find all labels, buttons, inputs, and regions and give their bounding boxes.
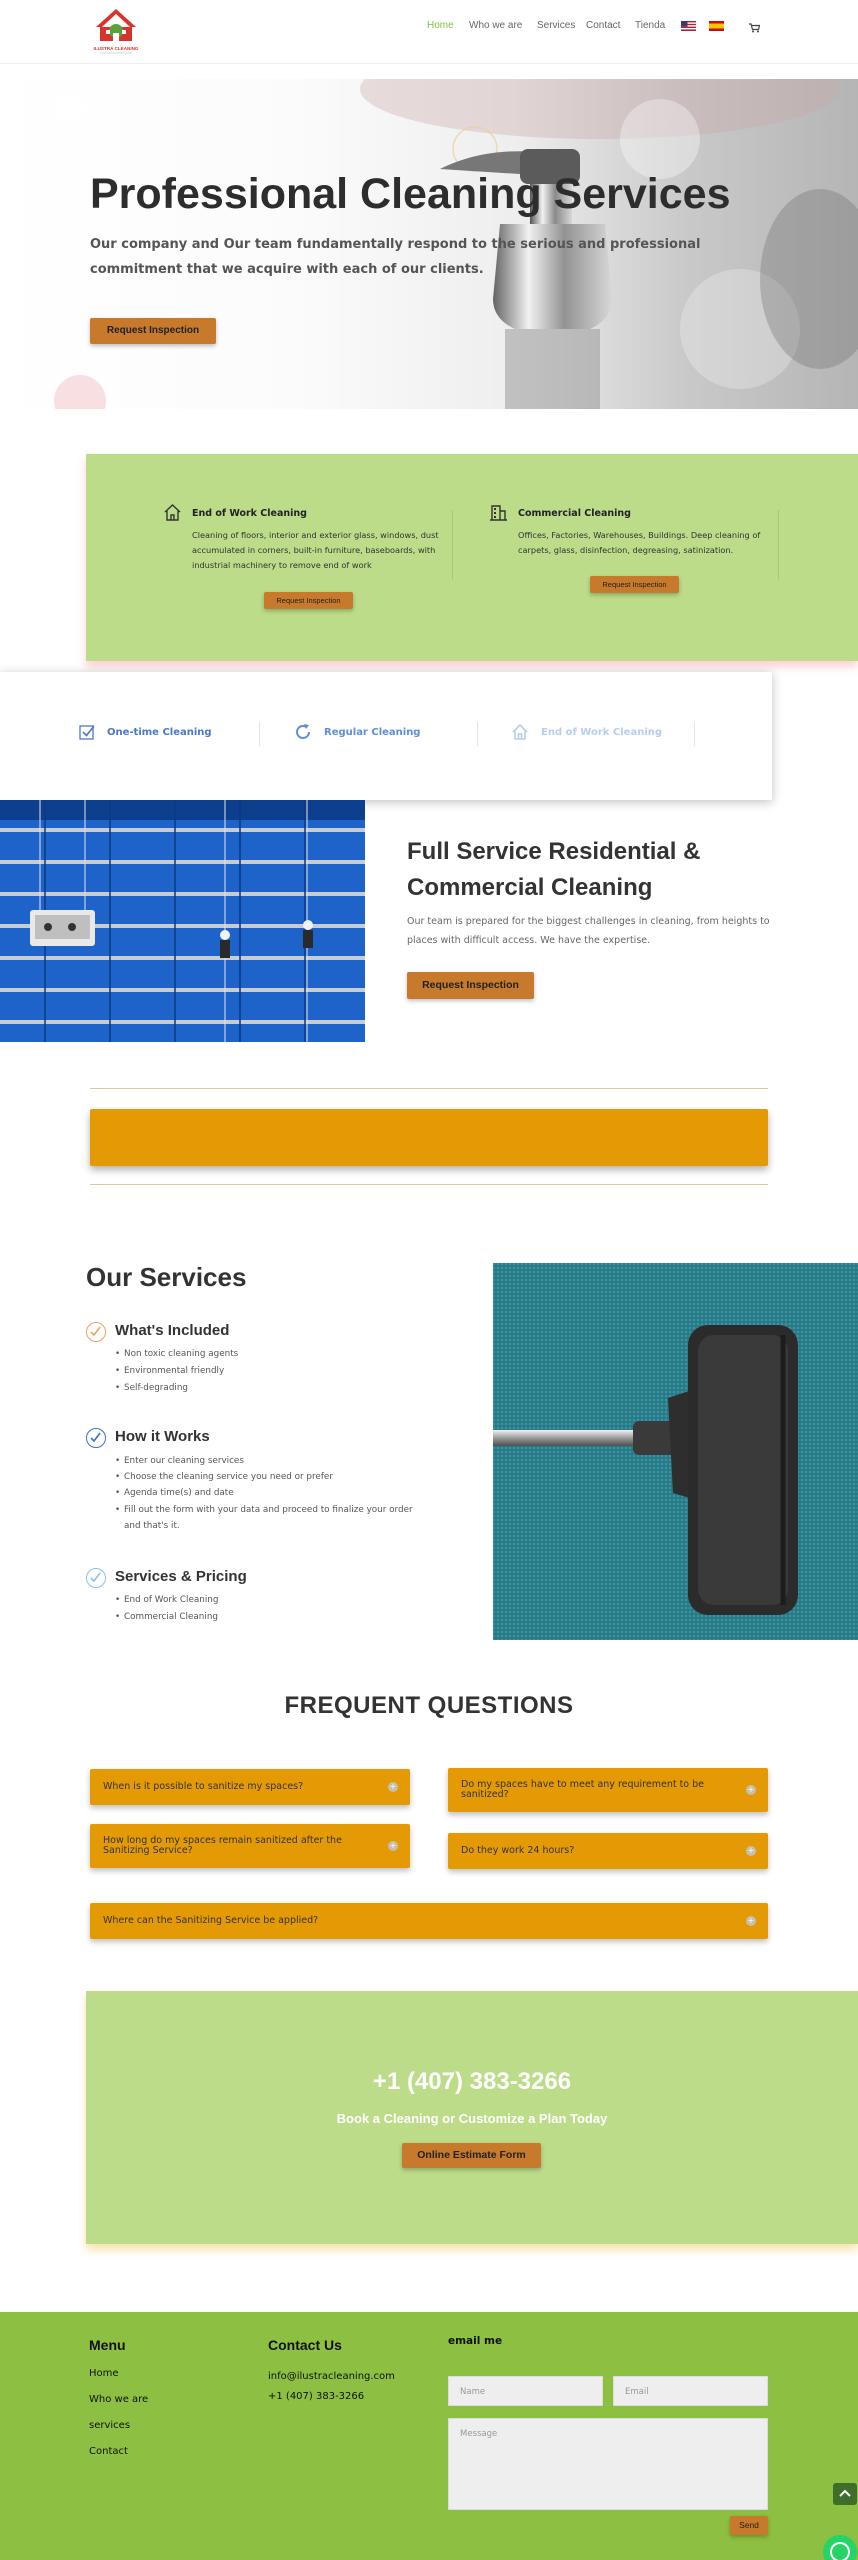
tab-regular-cleaning[interactable]: Regular Cleaning bbox=[324, 727, 420, 738]
feature-text-commercial: Offices, Factories, Warehouses, Building… bbox=[518, 530, 761, 555]
cta-phone[interactable]: +1 (407) 383-3266 bbox=[86, 2068, 858, 2096]
plus-icon[interactable]: + bbox=[388, 1782, 398, 1792]
logo-text: ILUSTRA CLEANING bbox=[94, 46, 139, 51]
divider-line bbox=[90, 1088, 768, 1089]
send-button[interactable]: Send bbox=[730, 2516, 768, 2535]
orange-banner bbox=[90, 1109, 768, 1166]
feature-title-commercial: Commercial Cleaning bbox=[518, 508, 631, 519]
list-item: Enter our cleaning services bbox=[115, 1456, 244, 1466]
list-item: Non toxic cleaning agents bbox=[115, 1349, 238, 1359]
list-item: Commercial Cleaning bbox=[115, 1612, 218, 1622]
check-circle-icon bbox=[86, 1322, 106, 1342]
hero-request-inspection-button[interactable]: Request Inspection bbox=[90, 318, 216, 344]
faq-item[interactable]: Where can the Sanitizing Service be appl… bbox=[90, 1903, 768, 1939]
faq-item[interactable]: Do they work 24 hours? + bbox=[448, 1833, 768, 1869]
house-icon bbox=[164, 504, 181, 521]
tab-one-time-cleaning[interactable]: One-time Cleaning bbox=[107, 727, 212, 738]
message-field[interactable]: Message bbox=[448, 2418, 768, 2510]
services-heading-pricing: Services & Pricing bbox=[115, 1568, 247, 1585]
list-item: Fill out the form with your data and pro… bbox=[115, 1505, 413, 1515]
feature-divider bbox=[778, 510, 779, 580]
nav-tienda[interactable]: Tienda bbox=[635, 20, 665, 31]
faq-question: How long do my spaces remain sanitized a… bbox=[103, 1835, 342, 1856]
plus-icon[interactable]: + bbox=[388, 1841, 398, 1851]
footer-contact-title: Contact Us bbox=[268, 2337, 342, 2353]
plus-icon[interactable]: + bbox=[746, 1785, 756, 1795]
footer-link-home[interactable]: Home bbox=[89, 2368, 119, 2379]
nav-services[interactable]: Services bbox=[537, 20, 575, 31]
footer-link-who-we-are[interactable]: Who we are bbox=[89, 2394, 148, 2405]
nav-contact[interactable]: Contact bbox=[586, 20, 620, 31]
es-flag-icon[interactable] bbox=[709, 21, 724, 31]
tab-separator bbox=[477, 722, 478, 746]
full-service-title: Full Service Residential & Commercial Cl… bbox=[407, 838, 701, 901]
list-item: Self-degrading bbox=[115, 1383, 188, 1393]
footer-link-contact[interactable]: Contact bbox=[89, 2446, 128, 2457]
list-item: Agenda time(s) and date bbox=[115, 1488, 234, 1498]
list-item: End of Work Cleaning bbox=[115, 1595, 218, 1605]
feature-divider bbox=[452, 510, 453, 580]
footer-menu-title: Menu bbox=[89, 2337, 126, 2353]
faq-item[interactable]: How long do my spaces remain sanitized a… bbox=[90, 1824, 410, 1868]
footer-form-title: email me bbox=[448, 2335, 503, 2347]
cart-icon[interactable] bbox=[749, 23, 760, 33]
chevron-up-icon bbox=[839, 2489, 851, 2497]
faq-question: Do my spaces have to meet any requiremen… bbox=[461, 1779, 705, 1800]
faq-question: Do they work 24 hours? bbox=[461, 1845, 575, 1856]
list-item-continuation: and that's it. bbox=[124, 1521, 180, 1531]
check-circle-icon bbox=[86, 1428, 106, 1448]
footer-phone[interactable]: +1 (407) 383-3266 bbox=[268, 2391, 364, 2402]
nav-who-we-are[interactable]: Who we are bbox=[469, 20, 522, 31]
plus-icon[interactable]: + bbox=[746, 1846, 756, 1856]
vacuum-carpet-image bbox=[493, 1263, 858, 1640]
checkbox-icon[interactable] bbox=[79, 724, 95, 740]
services-heading-how-it-works: How it Works bbox=[115, 1428, 210, 1445]
faq-item[interactable]: Do my spaces have to meet any requiremen… bbox=[448, 1768, 768, 1812]
divider-line bbox=[90, 1184, 768, 1185]
building-icon bbox=[490, 505, 507, 521]
cta-subtitle: Book a Cleaning or Customize a Plan Toda… bbox=[336, 2111, 608, 2126]
hero-subtitle: Our company and Our team fundamentally r… bbox=[90, 237, 701, 277]
house-icon[interactable] bbox=[511, 723, 529, 741]
window-cleaners-image bbox=[0, 800, 365, 1042]
services-title: Our Services bbox=[86, 1262, 247, 1292]
online-estimate-form-button[interactable]: Online Estimate Form bbox=[402, 2143, 541, 2168]
feature-title-end-of-work: End of Work Cleaning bbox=[192, 508, 307, 519]
us-flag-icon[interactable] bbox=[681, 21, 696, 31]
nav-home[interactable]: Home bbox=[427, 20, 454, 31]
scroll-to-top-button[interactable] bbox=[833, 2483, 857, 2505]
check-circle-icon bbox=[86, 1568, 106, 1588]
faq-question: When is it possible to sanitize my space… bbox=[103, 1781, 304, 1792]
hero-title: Professional Cleaning Services bbox=[90, 170, 731, 218]
feature-request-inspection-button-2[interactable]: Request Inspection bbox=[590, 576, 679, 593]
footer-link-services[interactable]: services bbox=[89, 2420, 130, 2431]
plus-icon[interactable]: + bbox=[746, 1916, 756, 1926]
refresh-icon[interactable] bbox=[293, 722, 313, 742]
full-service-text: Our team is prepared for the biggest cha… bbox=[407, 916, 770, 946]
services-heading-whats-included: What's Included bbox=[115, 1322, 230, 1339]
tab-end-of-work-cleaning[interactable]: End of Work Cleaning bbox=[541, 727, 662, 738]
faq-item[interactable]: When is it possible to sanitize my space… bbox=[90, 1769, 410, 1805]
faq-title: FREQUENT QUESTIONS bbox=[284, 1692, 574, 1719]
list-item: Choose the cleaning service you need or … bbox=[115, 1472, 333, 1482]
footer-email[interactable]: info@ilustracleaning.com bbox=[268, 2371, 395, 2382]
email-field[interactable]: Email bbox=[613, 2376, 768, 2406]
feature-request-inspection-button[interactable]: Request Inspection bbox=[264, 592, 353, 609]
tab-separator bbox=[694, 722, 695, 746]
whatsapp-button[interactable] bbox=[818, 2530, 858, 2560]
whatsapp-icon bbox=[823, 2535, 857, 2560]
list-item: Environmental friendly bbox=[115, 1366, 224, 1376]
feature-text-end-of-work: Cleaning of floors, interior and exterio… bbox=[192, 530, 439, 570]
site-header: ILUSTRA CLEANING Home Who we are Service… bbox=[0, 0, 858, 64]
full-service-request-inspection-button[interactable]: Request Inspection bbox=[407, 972, 534, 999]
faq-question: Where can the Sanitizing Service be appl… bbox=[103, 1915, 319, 1926]
tab-separator bbox=[259, 722, 260, 746]
logo[interactable]: ILUSTRA CLEANING bbox=[88, 6, 144, 58]
name-field[interactable]: Name bbox=[448, 2376, 603, 2406]
